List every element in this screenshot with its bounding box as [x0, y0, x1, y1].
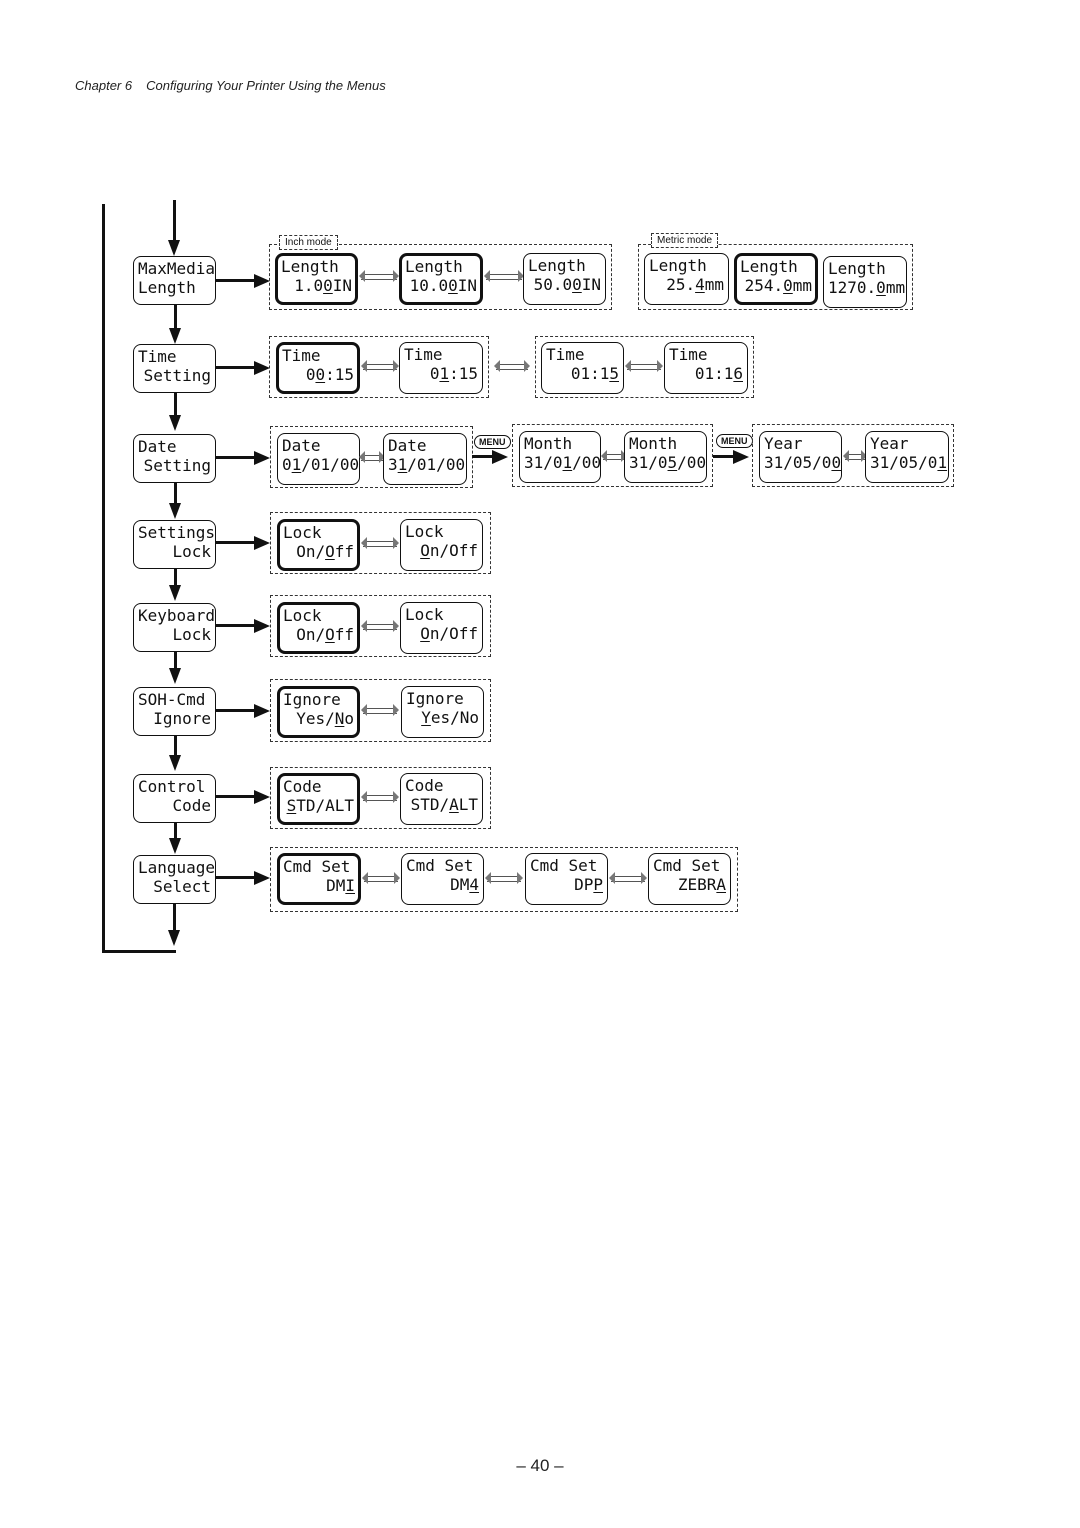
toggle-arrow: [359, 451, 385, 463]
entry-line: [173, 200, 176, 242]
length-metric-option[interactable]: Length 25.4mm: [644, 253, 729, 305]
length-metric-option[interactable]: Length 254.0mm: [734, 253, 818, 305]
toggle-arrow: [484, 270, 524, 282]
date-option[interactable]: Date 01/01/00: [277, 433, 360, 485]
menu-advance-arrow: [472, 455, 494, 458]
metric-mode-tag: Metric mode: [651, 233, 719, 248]
control-code-option[interactable]: Code STD/ALT: [400, 773, 483, 825]
toggle-arrow: [361, 791, 399, 803]
return-loop-bottom: [102, 950, 176, 953]
menu-key-icon: MENU: [716, 434, 753, 448]
length-metric-option[interactable]: Length 1270.0mm: [823, 256, 907, 308]
toggle-arrow: [359, 270, 399, 282]
menu-language-select[interactable]: Language Select: [133, 855, 216, 904]
year-option[interactable]: Year 31/05/00: [759, 431, 842, 483]
menu-control-code[interactable]: Control Code: [133, 774, 216, 823]
toggle-arrow: [361, 620, 399, 632]
chapter-title: Configuring Your Printer Using the Menus: [146, 78, 386, 93]
settings-lock-option[interactable]: Lock On/Off: [277, 519, 360, 571]
time-option[interactable]: Time 01:15: [399, 342, 483, 394]
month-option[interactable]: Month 31/05/00: [624, 431, 707, 483]
toggle-arrow: [494, 360, 530, 372]
year-option[interactable]: Year 31/05/01: [865, 431, 949, 483]
page-number: – 40 –: [516, 1456, 564, 1475]
cmd-set-option[interactable]: Cmd Set DM4: [401, 853, 484, 905]
toggle-arrow: [601, 450, 627, 462]
inch-mode-tag: Inch mode: [279, 235, 338, 250]
time-option[interactable]: Time 01:15: [541, 342, 624, 394]
toggle-arrow: [361, 537, 399, 549]
soh-ignore-option[interactable]: Ignore Yes/No: [401, 686, 484, 738]
control-code-option[interactable]: Code STD/ALT: [277, 773, 360, 825]
time-option[interactable]: Time 00:15: [276, 342, 360, 394]
menu-advance-arrow: [713, 455, 735, 458]
toggle-arrow: [361, 360, 399, 372]
keyboard-lock-option[interactable]: Lock On/Off: [277, 602, 360, 654]
length-inch-option[interactable]: Length 1.00IN: [275, 253, 358, 305]
cmd-set-option[interactable]: Cmd Set ZEBRA: [648, 853, 731, 905]
toggle-arrow: [609, 872, 647, 884]
exit-arrow: [168, 930, 180, 946]
menu-date-setting[interactable]: Date Setting: [133, 434, 216, 483]
date-option[interactable]: Date 31/01/00: [383, 433, 467, 485]
toggle-arrow: [362, 872, 400, 884]
toggle-arrow: [843, 450, 867, 462]
toggle-arrow: [485, 872, 523, 884]
menu-keyboard-lock[interactable]: Keyboard Lock: [133, 603, 216, 652]
menu-key-icon: MENU: [474, 435, 511, 449]
cmd-set-option[interactable]: Cmd Set DPP: [525, 853, 608, 905]
soh-ignore-option[interactable]: Ignore Yes/No: [277, 686, 360, 738]
length-inch-option[interactable]: Length 10.00IN: [399, 253, 483, 305]
length-inch-option[interactable]: Length 50.00IN: [523, 253, 606, 305]
menu-advance-arrowhead: [733, 450, 749, 464]
chapter-label: Chapter 6: [75, 78, 133, 93]
page-header: Chapter 6 Configuring Your Printer Using …: [75, 78, 386, 93]
menu-maxmedia-length[interactable]: MaxMedia Length: [133, 256, 216, 305]
keyboard-lock-option[interactable]: Lock On/Off: [400, 602, 483, 654]
entry-arrow: [168, 240, 180, 256]
cmd-set-option[interactable]: Cmd Set DMI: [277, 853, 361, 905]
month-option[interactable]: Month 31/01/00: [519, 431, 601, 483]
toggle-arrow: [625, 360, 663, 372]
menu-soh-cmd-ignore[interactable]: SOH-Cmd Ignore: [133, 687, 216, 736]
toggle-arrow: [361, 704, 399, 716]
menu-time-setting[interactable]: Time Setting: [133, 344, 216, 393]
settings-lock-option[interactable]: Lock On/Off: [400, 519, 483, 571]
menu-settings-lock[interactable]: Settings Lock: [133, 520, 216, 569]
menu-advance-arrowhead: [492, 450, 508, 464]
time-option[interactable]: Time 01:16: [664, 342, 748, 394]
return-loop-line: [102, 204, 105, 952]
